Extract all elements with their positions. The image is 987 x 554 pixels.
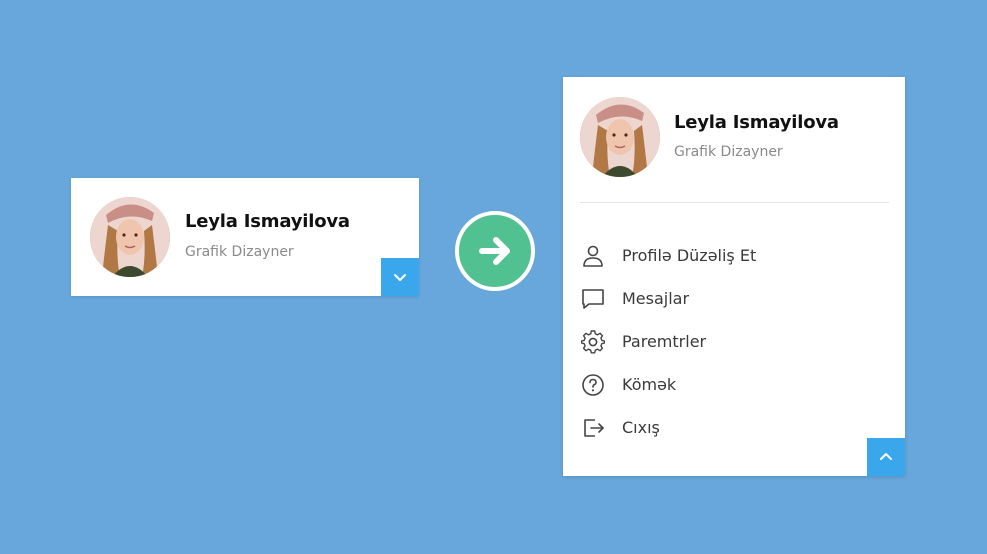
user-icon [580, 243, 606, 269]
logout-icon [580, 415, 606, 441]
menu-item-label: Kömək [622, 375, 677, 394]
menu-item-label: Cıxış [622, 418, 660, 437]
profile-menu: Profilə Düzəliş Et Mesajlar Paremtrler K… [580, 234, 756, 449]
menu-item-settings[interactable]: Paremtrler [580, 320, 756, 363]
profile-name: Leyla Ismayilova [185, 211, 350, 232]
profile-card-collapsed: Leyla Ismayilova Grafik Dizayner [71, 178, 419, 296]
avatar [580, 97, 660, 177]
gear-icon [580, 329, 606, 355]
profile-role: Grafik Dizayner [185, 244, 294, 260]
chevron-up-icon [880, 453, 892, 460]
collapse-button[interactable] [867, 438, 905, 476]
menu-item-edit-profile[interactable]: Profilə Düzəliş Et [580, 234, 756, 277]
help-icon [580, 372, 606, 398]
menu-item-logout[interactable]: Cıxış [580, 406, 756, 449]
menu-item-messages[interactable]: Mesajlar [580, 277, 756, 320]
profile-card-expanded: Leyla Ismayilova Grafik Dizayner Profilə… [563, 77, 905, 476]
message-icon [580, 286, 606, 312]
expand-button[interactable] [381, 258, 419, 296]
menu-item-label: Profilə Düzəliş Et [622, 246, 757, 265]
avatar-image [580, 97, 660, 177]
menu-item-label: Mesajlar [622, 289, 690, 308]
chevron-down-icon [394, 274, 406, 281]
menu-item-label: Paremtrler [622, 332, 707, 351]
menu-item-help[interactable]: Kömək [580, 363, 756, 406]
arrow-right-icon [479, 237, 510, 265]
divider [580, 202, 889, 203]
profile-role: Grafik Dizayner [674, 144, 783, 160]
avatar [90, 197, 170, 277]
transition-arrow [455, 211, 535, 291]
avatar-image [90, 197, 170, 277]
profile-name: Leyla Ismayilova [674, 112, 839, 133]
